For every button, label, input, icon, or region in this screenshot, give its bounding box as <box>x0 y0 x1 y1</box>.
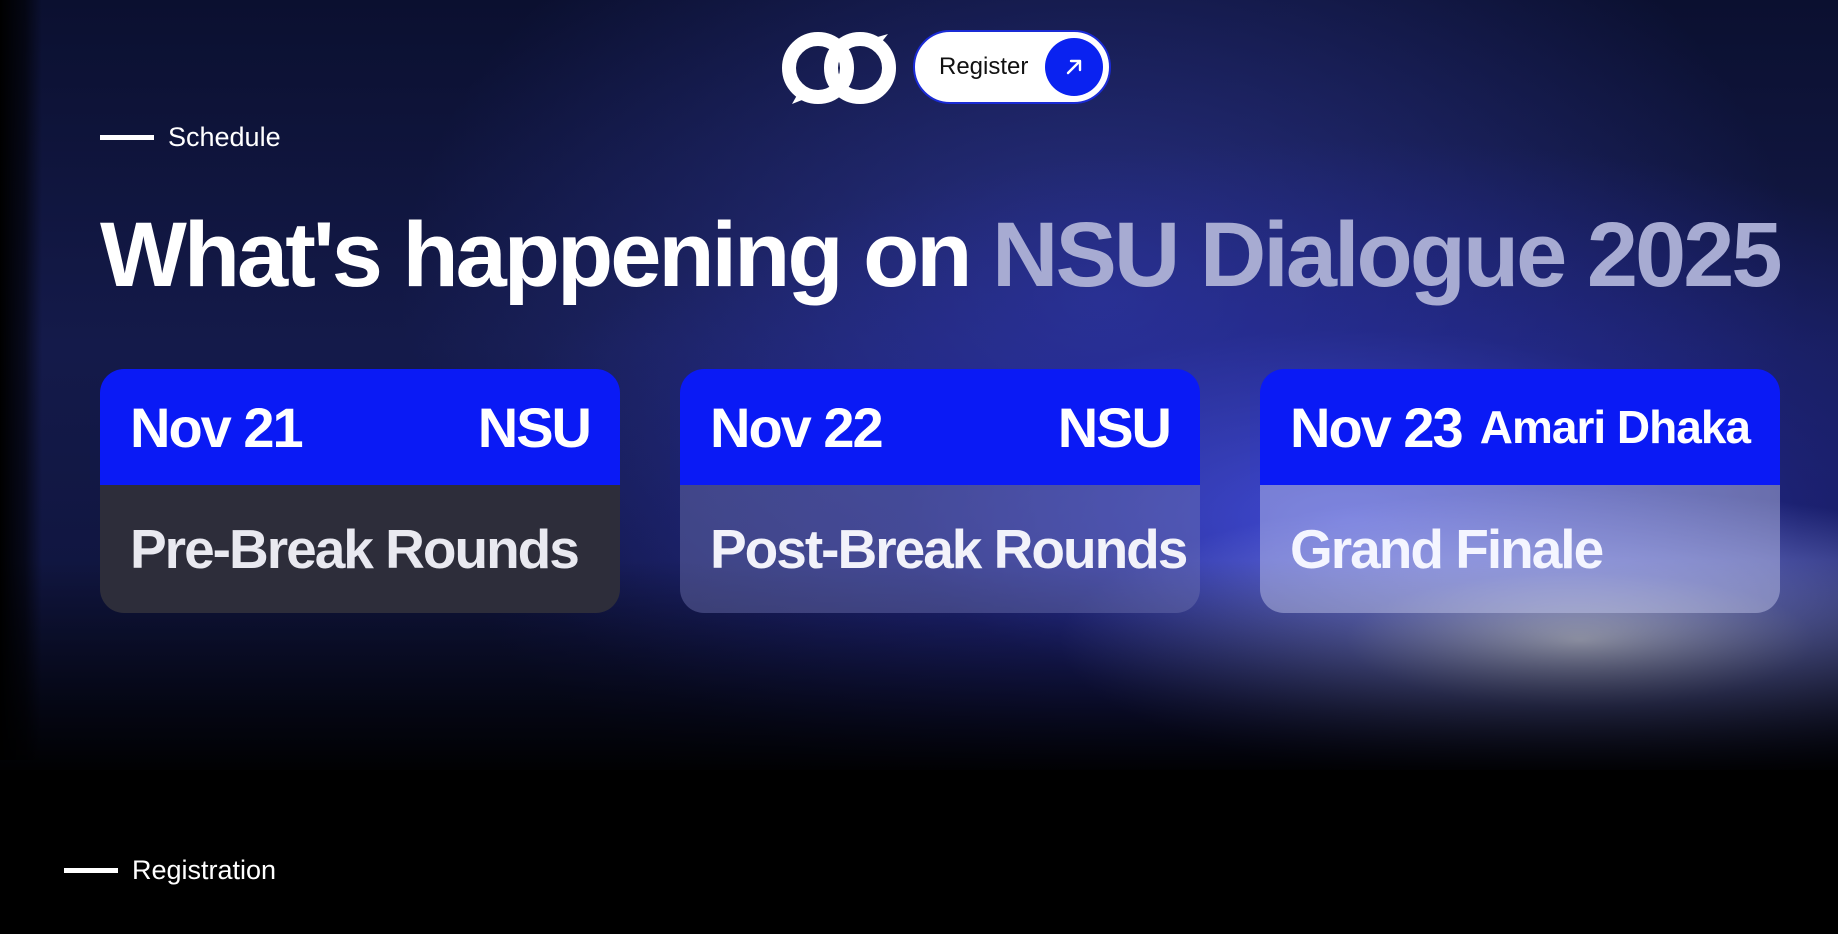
event-card-nov-22[interactable]: Nov 22 NSU Post-Break Rounds <box>680 369 1200 613</box>
logo-icon[interactable] <box>778 28 900 108</box>
page-title-accent: NSU Dialogue 2025 <box>992 204 1783 306</box>
event-venue: NSU <box>477 395 592 459</box>
register-button-label: Register <box>939 53 1029 80</box>
event-venue: NSU <box>1057 395 1172 459</box>
register-button[interactable]: Register <box>913 30 1111 104</box>
registration-label-text: Registration <box>132 855 277 885</box>
event-card-header: Nov 22 NSU <box>680 369 1200 485</box>
event-card-header: Nov 21 NSU <box>100 369 620 485</box>
schedule-label-text: Schedule <box>168 122 281 152</box>
registration-section-label: Registration <box>64 855 276 886</box>
event-title: Grand Finale <box>1290 518 1604 580</box>
schedule-section-label: Schedule <box>100 122 281 153</box>
section-dash <box>100 135 154 140</box>
event-card-body: Pre-Break Rounds <box>100 485 620 613</box>
event-date: Nov 21 <box>130 395 304 459</box>
section-dash <box>64 868 118 873</box>
left-edge-shadow <box>0 0 42 760</box>
event-title: Pre-Break Rounds <box>130 518 580 580</box>
event-date: Nov 23 <box>1290 395 1464 459</box>
page: Register Schedule What's happening on NS… <box>0 0 1838 934</box>
event-card-body: Grand Finale <box>1260 485 1780 613</box>
arrow-up-right-icon <box>1045 38 1103 96</box>
event-card-nov-21[interactable]: Nov 21 NSU Pre-Break Rounds <box>100 369 620 613</box>
page-title: What's happening on NSU Dialogue 2025 <box>100 204 1783 306</box>
event-date: Nov 22 <box>710 395 884 459</box>
event-venue: Amari Dhaka <box>1479 401 1751 453</box>
event-card-body: Post-Break Rounds <box>680 485 1200 613</box>
event-card-header: Nov 23 Amari Dhaka <box>1260 369 1780 485</box>
page-title-main: What's happening on <box>100 204 993 306</box>
event-card-nov-23[interactable]: Nov 23 Amari Dhaka Grand Finale <box>1260 369 1780 613</box>
event-title: Post-Break Rounds <box>710 518 1188 580</box>
